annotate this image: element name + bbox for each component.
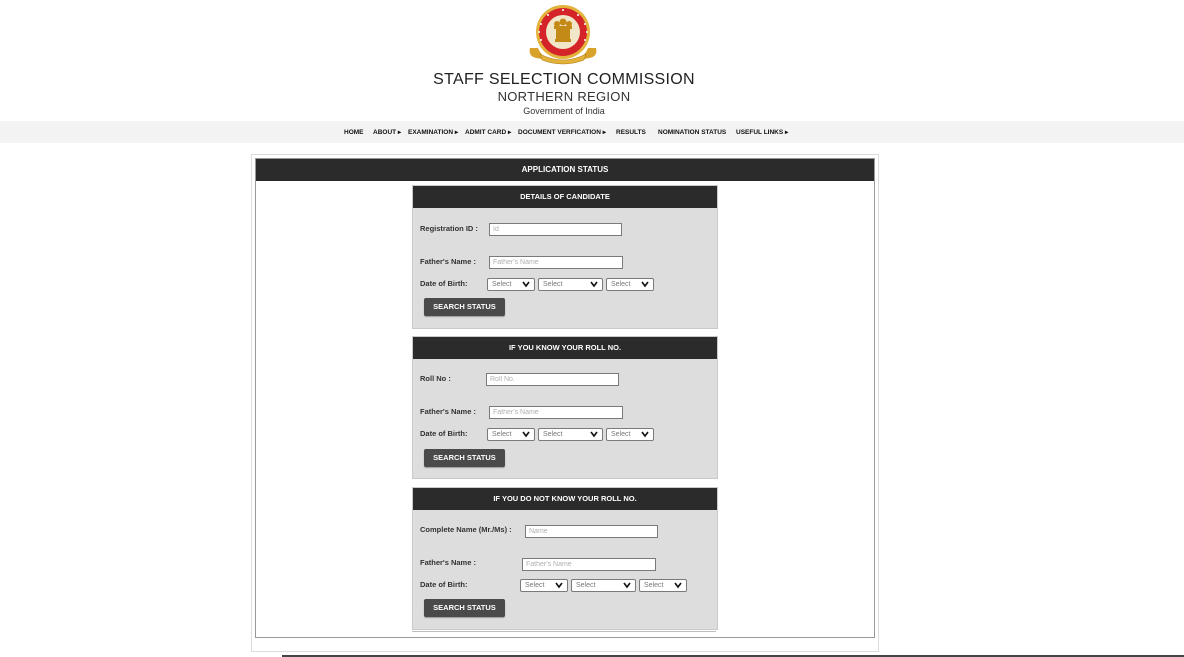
nav-item-results[interactable]: RESULTS xyxy=(616,121,646,143)
father-name-label: Father's Name : xyxy=(420,558,476,567)
region-title: NORTHERN REGION xyxy=(497,89,631,104)
chevron-down-icon xyxy=(522,431,530,438)
dont-know-roll-panel-heading: IF YOU DO NOT KNOW YOUR ROLL NO. xyxy=(413,488,717,510)
chevron-down-icon xyxy=(641,281,649,288)
complete-name-input[interactable] xyxy=(525,525,658,538)
nav-item-nomination-status[interactable]: NOMINATION STATUS xyxy=(658,121,726,143)
roll-number-label: Roll No : xyxy=(420,374,451,383)
date-of-birth-label: Date of Birth: xyxy=(420,580,468,589)
application-status-heading: APPLICATION STATUS xyxy=(256,159,874,181)
details-panel-heading: DETAILS OF CANDIDATE xyxy=(413,186,717,208)
know-roll-panel-heading: IF YOU KNOW YOUR ROLL NO. xyxy=(413,337,717,359)
complete-name-label: Complete Name (Mr./Ms) : xyxy=(420,525,512,534)
registration-id-label: Registration ID : xyxy=(420,224,478,233)
dob-day-select[interactable]: Select xyxy=(487,278,535,291)
date-of-birth-label: Date of Birth: xyxy=(420,429,468,438)
dob-month-select[interactable]: Select xyxy=(538,428,603,441)
main-navbar: HOME ABOUT ▸ EXAMINATION ▸ ADMIT CARD ▸ … xyxy=(0,121,1184,143)
site-title: STAFF SELECTION COMMISSION xyxy=(433,71,695,88)
dob-month-value: Select xyxy=(543,431,563,438)
father-name-label: Father's Name : xyxy=(420,257,476,266)
dont-know-roll-number-panel: IF YOU DO NOT KNOW YOUR ROLL NO. Complet… xyxy=(412,487,718,630)
father-name-label: Father's Name : xyxy=(420,407,476,416)
dob-month-value: Select xyxy=(543,281,563,288)
nav-item-document-verification[interactable]: DOCUMENT VERFICATION ▸ xyxy=(518,121,606,143)
father-name-input[interactable] xyxy=(489,406,623,419)
dob-month-value: Select xyxy=(576,582,596,589)
chevron-down-icon xyxy=(641,431,649,438)
dob-day-value: Select xyxy=(492,281,512,288)
dob-day-value: Select xyxy=(492,431,512,438)
dob-year-value: Select xyxy=(611,281,631,288)
chevron-down-icon xyxy=(590,281,598,288)
nav-item-useful-links[interactable]: USEFUL LINKS ▸ xyxy=(736,121,788,143)
dob-month-select[interactable]: Select xyxy=(571,579,636,592)
chevron-down-icon xyxy=(522,281,530,288)
dob-year-select[interactable]: Select xyxy=(639,579,687,592)
chevron-down-icon xyxy=(623,582,631,589)
father-name-input[interactable] xyxy=(489,256,623,269)
dob-day-select[interactable]: Select xyxy=(487,428,535,441)
search-status-button[interactable]: SEARCH STATUS xyxy=(424,599,505,617)
chevron-down-icon xyxy=(590,431,598,438)
roll-number-input[interactable] xyxy=(486,373,619,386)
chevron-down-icon xyxy=(674,582,682,589)
dob-day-value: Select xyxy=(525,582,545,589)
nav-item-home[interactable]: HOME xyxy=(344,121,364,143)
panel-bottom-divider xyxy=(412,631,716,632)
site-header: STAFF SELECTION COMMISSION NORTHERN REGI… xyxy=(0,0,1184,120)
government-label: Government of India xyxy=(523,106,605,116)
dob-year-value: Select xyxy=(611,431,631,438)
registration-id-input[interactable] xyxy=(489,223,622,236)
dob-month-select[interactable]: Select xyxy=(538,278,603,291)
nav-item-about[interactable]: ABOUT ▸ xyxy=(373,121,401,143)
dob-year-select[interactable]: Select xyxy=(606,278,654,291)
chevron-down-icon xyxy=(555,582,563,589)
ssc-emblem-logo xyxy=(529,5,597,65)
details-of-candidate-panel: DETAILS OF CANDIDATE Registration ID : F… xyxy=(412,185,718,329)
search-status-button[interactable]: SEARCH STATUS xyxy=(424,449,505,467)
date-of-birth-label: Date of Birth: xyxy=(420,279,468,288)
search-status-button[interactable]: SEARCH STATUS xyxy=(424,298,505,316)
nav-item-examination[interactable]: EXAMINATION ▸ xyxy=(408,121,458,143)
nav-item-admit-card[interactable]: ADMIT CARD ▸ xyxy=(465,121,511,143)
father-name-input[interactable] xyxy=(522,558,656,571)
know-roll-number-panel: IF YOU KNOW YOUR ROLL NO. Roll No : Fath… xyxy=(412,336,718,479)
dob-day-select[interactable]: Select xyxy=(520,579,568,592)
dob-year-select[interactable]: Select xyxy=(606,428,654,441)
dob-year-value: Select xyxy=(644,582,664,589)
